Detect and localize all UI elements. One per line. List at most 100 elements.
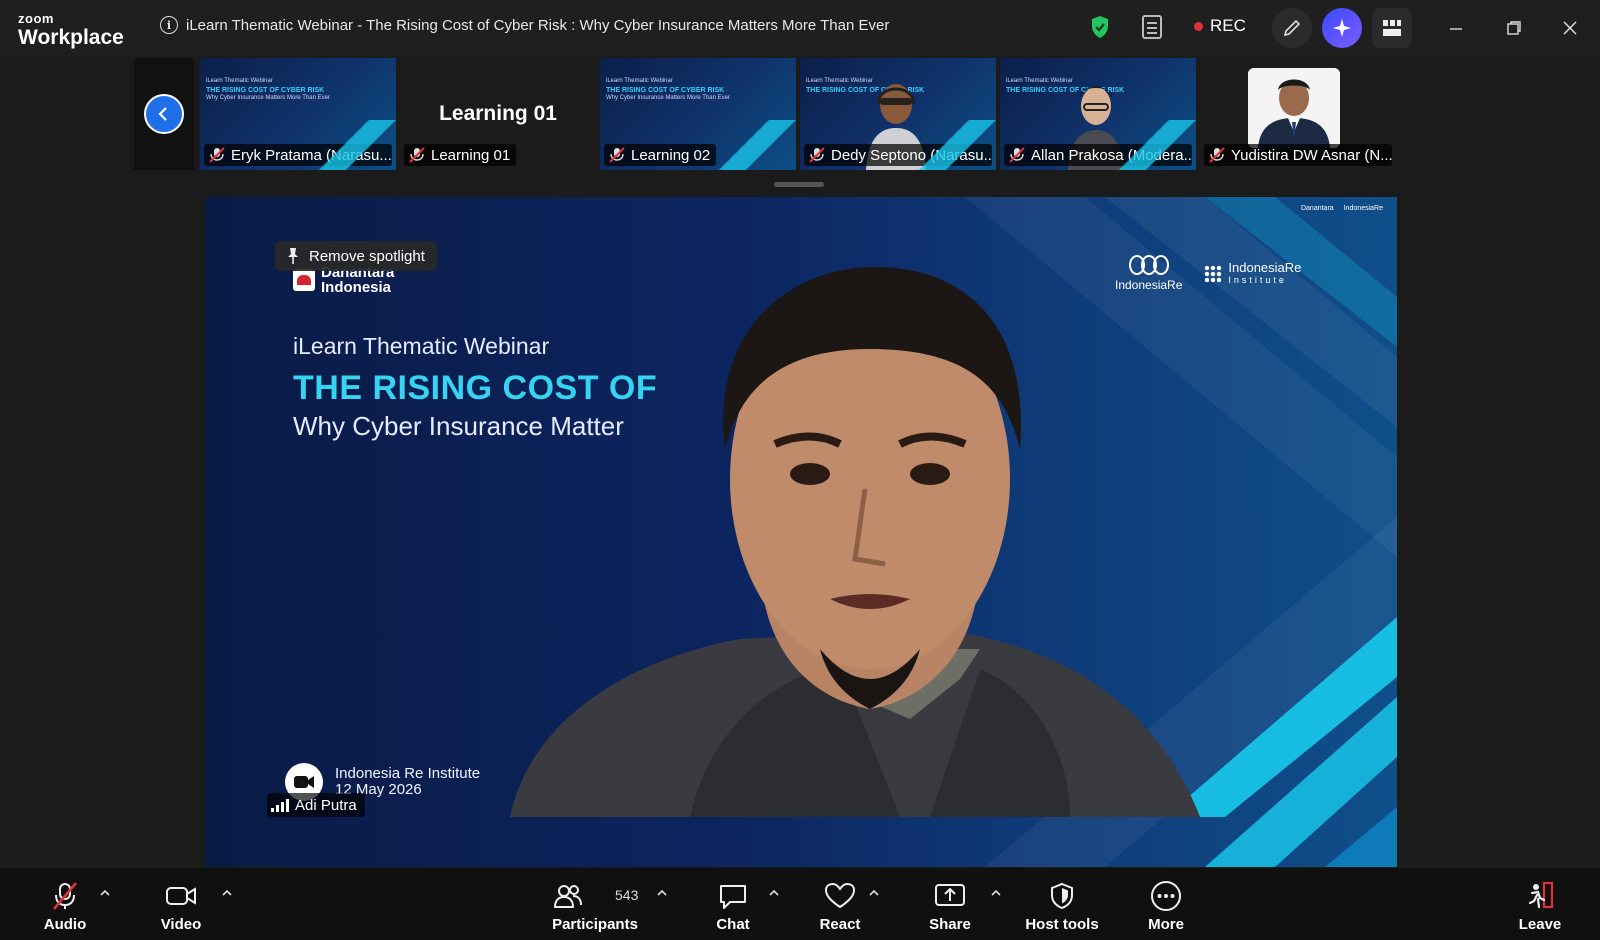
slide-thumbnail-text: iLearn Thematic Webinar THE RISING COST …: [206, 78, 330, 101]
mic-muted-icon: [609, 147, 625, 163]
participant-name-label: Learning 01: [404, 144, 517, 166]
audio-options-caret[interactable]: [98, 886, 112, 900]
restore-button[interactable]: [1500, 14, 1528, 42]
chat-button[interactable]: Chat: [713, 868, 753, 940]
chat-label: Chat: [716, 916, 750, 933]
participant-name-label: Learning 02: [604, 144, 717, 166]
mic-muted-icon: [409, 147, 425, 163]
audio-button[interactable]: Audio: [40, 868, 90, 940]
grid-apps-icon: [1383, 20, 1401, 36]
rec-label: REC: [1210, 16, 1246, 35]
participant-tile[interactable]: iLearn Thematic Webinar THE RISING COST …: [600, 58, 796, 170]
chevron-up-icon: [869, 889, 879, 896]
gallery-resize-handle[interactable]: [774, 182, 824, 187]
minimize-button[interactable]: [1442, 14, 1470, 42]
participant-tile[interactable]: Yudistira DW Asnar (N...: [1200, 58, 1396, 170]
speaker-name-label: Adi Putra: [267, 793, 365, 817]
participant-name-label: Eryk Pratama (Narasu...: [204, 144, 392, 166]
speaker-name: Adi Putra: [295, 796, 357, 814]
meeting-controls-toolbar: Audio Video Participants 543 Chat React …: [0, 868, 1600, 940]
react-label: React: [819, 916, 861, 933]
react-button[interactable]: React: [818, 868, 862, 940]
chat-options-caret[interactable]: [767, 886, 781, 900]
chevron-up-icon: [222, 889, 232, 896]
restore-icon: [1507, 21, 1521, 35]
mic-muted-icon: [53, 882, 77, 910]
leave-button[interactable]: Leave: [1518, 868, 1562, 940]
chevron-left-icon: [144, 94, 184, 134]
mic-muted-icon: [1209, 147, 1225, 163]
close-window-button[interactable]: [1556, 14, 1584, 42]
more-dots-icon: [1151, 881, 1181, 911]
video-button[interactable]: Video: [156, 868, 206, 940]
mic-muted-icon: [1009, 147, 1025, 163]
title-bar: zoom Workplace i iLearn Thematic Webinar…: [0, 0, 1600, 56]
slide-thumbnail-text: iLearn Thematic Webinar THE RISING COST …: [606, 78, 730, 101]
participant-tile[interactable]: iLearn Thematic Webinar THE RISING COST …: [800, 58, 996, 170]
chevron-up-icon: [769, 889, 779, 896]
spotlight-label: Remove spotlight: [309, 247, 425, 265]
chevron-up-icon: [991, 889, 1001, 896]
chevron-up-icon: [100, 889, 110, 896]
speaker-video: [510, 266, 1200, 817]
participant-tile[interactable]: iLearn Thematic Webinar THE RISING COST …: [200, 58, 396, 170]
pencil-icon: [1283, 19, 1301, 37]
encryption-shield-icon[interactable]: [1090, 15, 1110, 39]
gallery-prev-button[interactable]: [134, 58, 194, 170]
remove-spotlight-button[interactable]: Remove spotlight: [275, 241, 437, 271]
video-label: Video: [160, 916, 202, 933]
slide-corner-logos: Danantara IndonesiaRe: [1300, 205, 1383, 212]
annotate-button[interactable]: [1272, 8, 1312, 48]
sparkle-icon: [1333, 19, 1351, 37]
ai-companion-button[interactable]: [1322, 8, 1362, 48]
participants-label: Participants: [552, 916, 638, 933]
close-icon: [1563, 21, 1577, 35]
participants-icon: [553, 885, 582, 908]
participant-name-label: Allan Prakosa (Modera...: [1004, 144, 1192, 166]
participants-options-caret[interactable]: [655, 886, 669, 900]
participant-tile[interactable]: iLearn Thematic Webinar THE RISING COST …: [1000, 58, 1196, 170]
more-label: More: [1148, 916, 1184, 933]
heart-icon: [824, 882, 856, 909]
mic-muted-icon: [809, 147, 825, 163]
more-button[interactable]: More: [1146, 868, 1186, 940]
participants-count: 543: [615, 887, 639, 903]
react-options-caret[interactable]: [867, 886, 881, 900]
zoom-meeting-window: zoom Workplace i iLearn Thematic Webinar…: [0, 0, 1600, 940]
chat-bubble-icon: [720, 885, 746, 909]
spotlight-video[interactable]: Danantara IndonesiaRe Danantara Indonesi…: [205, 197, 1397, 867]
video-camera-icon: [166, 887, 196, 905]
host-tools-button[interactable]: Host tools: [1024, 868, 1100, 940]
zoom-workplace-logo: zoom Workplace: [18, 12, 124, 48]
leave-door-icon: [1528, 881, 1554, 909]
share-label: Share: [929, 916, 971, 933]
footer-org: Indonesia Re Institute: [335, 765, 481, 782]
recording-indicator[interactable]: REC: [1194, 16, 1246, 36]
brand-bottom: Workplace: [18, 26, 124, 49]
info-icon[interactable]: i: [160, 16, 178, 34]
minimize-icon: [1450, 28, 1462, 30]
danantara-mark-icon: [293, 269, 315, 291]
pin-icon: [288, 248, 298, 264]
audio-label: Audio: [43, 916, 87, 933]
share-button[interactable]: Share: [927, 868, 973, 940]
chevron-up-icon: [657, 889, 667, 896]
participant-name-label: Yudistira DW Asnar (N...: [1204, 144, 1392, 166]
meeting-info[interactable]: i iLearn Thematic Webinar - The Rising C…: [160, 16, 889, 34]
participant-avatar: [1248, 68, 1340, 148]
org-logo-line2: Indonesia: [321, 279, 392, 296]
apps-button[interactable]: [1372, 8, 1412, 48]
share-options-caret[interactable]: [989, 886, 1003, 900]
participant-gallery-strip: iLearn Thematic Webinar THE RISING COST …: [134, 58, 1404, 174]
notes-icon[interactable]: [1142, 15, 1162, 39]
video-options-caret[interactable]: [220, 886, 234, 900]
leave-label: Leave: [1518, 916, 1562, 933]
participant-tile[interactable]: Learning 01 Learning 01: [400, 58, 596, 170]
meeting-title: iLearn Thematic Webinar - The Rising Cos…: [186, 16, 890, 34]
participant-name-label: Dedy Septono (Narasu...: [804, 144, 992, 166]
shield-icon: [1051, 882, 1073, 910]
rec-dot-icon: [1194, 21, 1203, 31]
participants-button[interactable]: Participants: [552, 868, 638, 940]
connection-signal-icon: [271, 798, 289, 812]
participant-display-name: Learning 01: [439, 102, 557, 125]
